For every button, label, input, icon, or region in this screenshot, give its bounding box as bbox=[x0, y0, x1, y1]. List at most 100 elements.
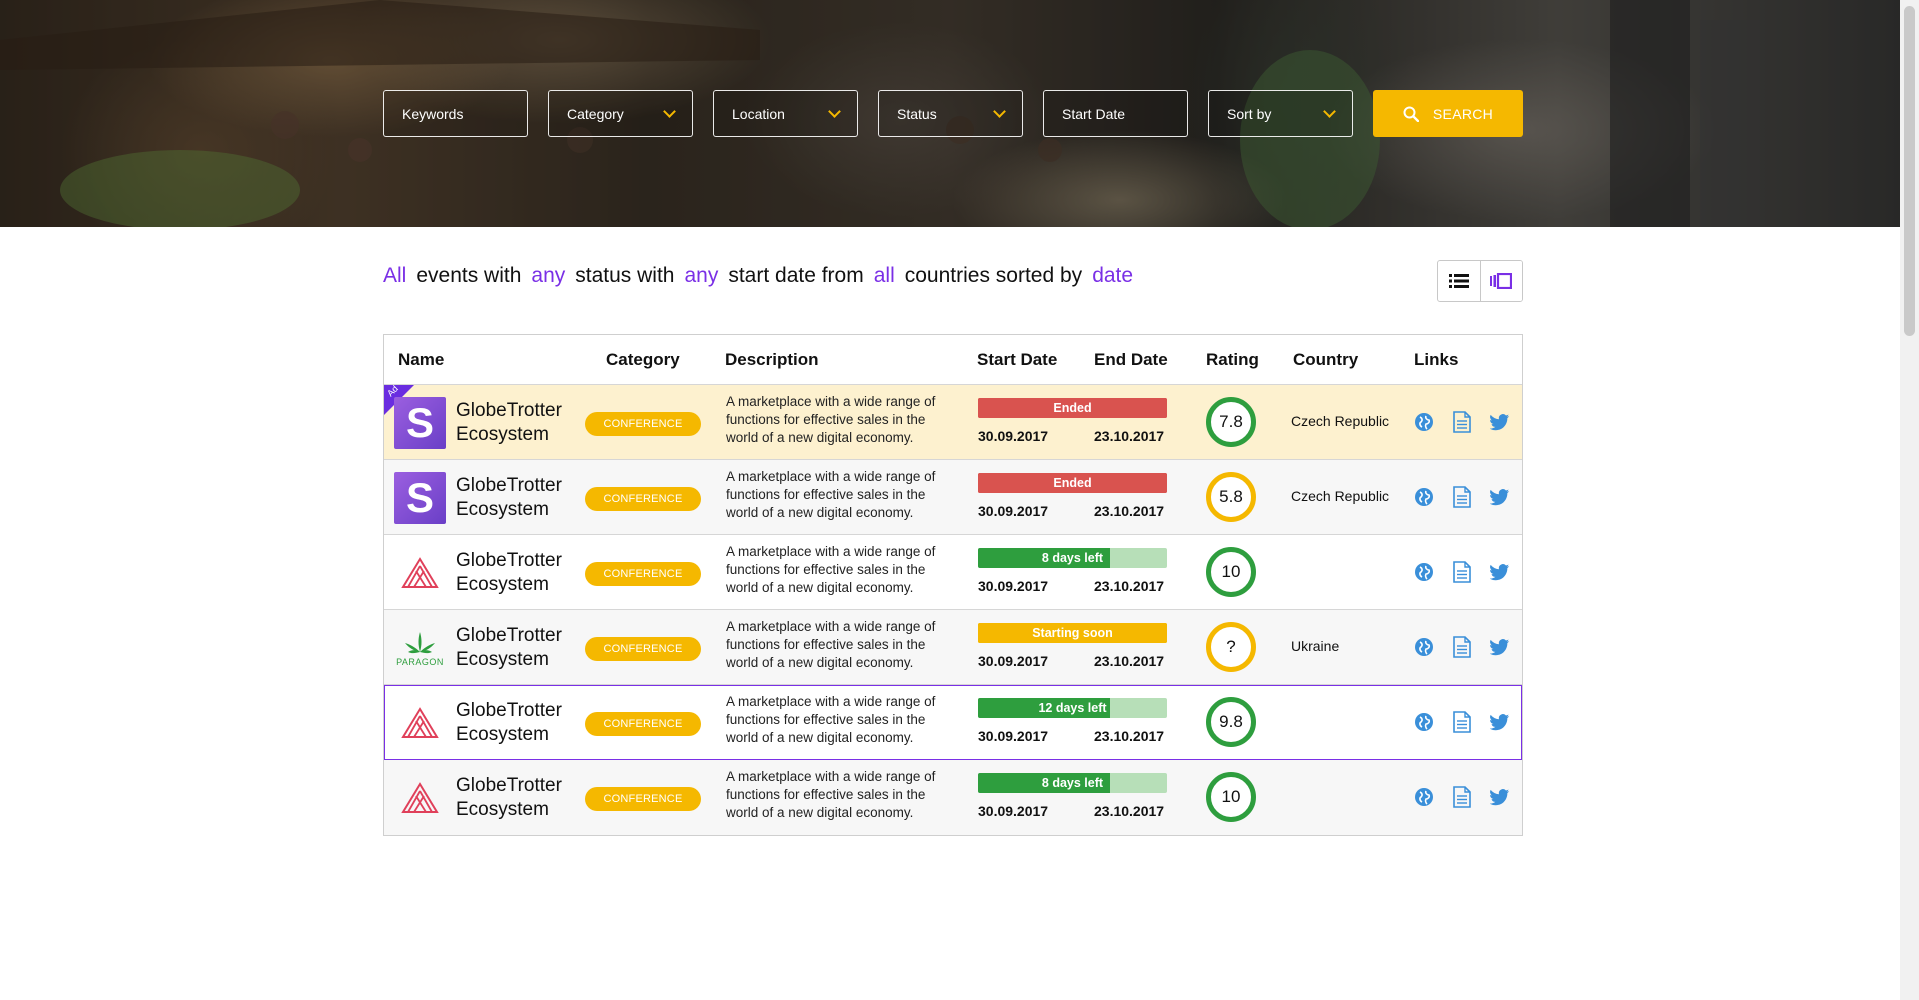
summary-category-link[interactable]: All bbox=[383, 264, 406, 288]
document-icon bbox=[1453, 411, 1471, 433]
status-progress-bar: 8 days left bbox=[978, 773, 1167, 793]
twitter-link[interactable] bbox=[1490, 786, 1510, 808]
summary-country-link[interactable]: all bbox=[874, 264, 895, 288]
summary-text: start date from bbox=[728, 264, 864, 287]
event-name-line: GlobeTrotter bbox=[456, 400, 562, 421]
table-row[interactable]: PARAGON GlobeTrotter Ecosystem CONFERENCE A … bbox=[384, 610, 1522, 685]
twitter-icon bbox=[1490, 713, 1510, 730]
summary-sort-link[interactable]: date bbox=[1092, 264, 1133, 288]
table-row[interactable]: Ad S GlobeTrotter Ecosystem CONFERENCE A mark… bbox=[384, 384, 1522, 460]
column-header-name[interactable]: Name bbox=[398, 350, 444, 370]
twitter-link[interactable] bbox=[1490, 486, 1510, 508]
event-name[interactable]: GlobeTrotter Ecosystem bbox=[456, 624, 586, 672]
category-badge: CONFERENCE bbox=[585, 562, 701, 586]
column-header-country[interactable]: Country bbox=[1293, 350, 1358, 370]
keywords-placeholder: Keywords bbox=[402, 105, 464, 122]
end-date: 23.10.2017 bbox=[1094, 578, 1165, 594]
column-header-rating[interactable]: Rating bbox=[1206, 350, 1259, 370]
column-header-links: Links bbox=[1414, 350, 1459, 369]
column-header-start-date[interactable]: Start Date bbox=[977, 350, 1057, 370]
column-header-category[interactable]: Category bbox=[606, 350, 680, 370]
document-icon bbox=[1453, 636, 1471, 658]
status-label: Ended bbox=[1053, 401, 1092, 415]
event-name[interactable]: GlobeTrotter Ecosystem bbox=[456, 699, 586, 747]
search-button[interactable]: SEARCH bbox=[1373, 90, 1523, 137]
website-link[interactable] bbox=[1414, 636, 1434, 658]
event-links bbox=[1414, 711, 1510, 733]
event-description: A marketplace with a wide range of funct… bbox=[726, 694, 936, 745]
summary-date-link[interactable]: any bbox=[684, 264, 718, 288]
document-icon bbox=[1453, 486, 1471, 508]
location-select[interactable]: Location bbox=[713, 90, 858, 137]
rating-circle: ? bbox=[1206, 622, 1256, 672]
column-header-end-date[interactable]: End Date bbox=[1094, 350, 1168, 370]
table-row[interactable]: S GlobeTrotter Ecosystem CONFERENCE A market… bbox=[384, 460, 1522, 535]
whitepaper-link[interactable] bbox=[1452, 561, 1472, 583]
start-date: 30.09.2017 bbox=[978, 503, 1049, 519]
category-badge: CONFERENCE bbox=[585, 787, 701, 811]
triangle-logo-icon bbox=[401, 782, 439, 813]
website-link[interactable] bbox=[1414, 561, 1434, 583]
scrollbar[interactable] bbox=[1900, 0, 1919, 1000]
paragon-logo: PARAGON bbox=[394, 622, 446, 674]
category-select[interactable]: Category bbox=[548, 90, 693, 137]
globe-icon bbox=[1415, 413, 1433, 431]
rating-value: 7.8 bbox=[1219, 412, 1243, 431]
filter-summary: All events with any status with any star… bbox=[383, 264, 1143, 288]
table-row[interactable]: GlobeTrotter Ecosystem CONFERENCE A marketp… bbox=[384, 760, 1522, 835]
summary-text: events with bbox=[416, 264, 522, 287]
country: Czech Republic bbox=[1291, 413, 1390, 429]
chevron-down-icon bbox=[828, 104, 841, 118]
whitepaper-link[interactable] bbox=[1452, 636, 1472, 658]
summary-status-link[interactable]: any bbox=[531, 264, 565, 288]
event-name-line: Ecosystem bbox=[456, 724, 549, 745]
twitter-icon bbox=[1490, 788, 1510, 805]
list-view-button[interactable] bbox=[1438, 261, 1480, 301]
status-label: 12 days left bbox=[1038, 701, 1107, 715]
event-name-line: GlobeTrotter bbox=[456, 625, 562, 646]
twitter-icon bbox=[1490, 638, 1510, 655]
chevron-down-icon bbox=[993, 104, 1006, 118]
event-name[interactable]: GlobeTrotter Ecosystem bbox=[456, 549, 586, 597]
table-row[interactable]: GlobeTrotter Ecosystem CONFERENCE A marketp… bbox=[384, 535, 1522, 610]
event-name[interactable]: GlobeTrotter Ecosystem bbox=[456, 399, 586, 447]
twitter-link[interactable] bbox=[1490, 711, 1510, 733]
whitepaper-link[interactable] bbox=[1452, 411, 1472, 433]
whitepaper-link[interactable] bbox=[1452, 711, 1472, 733]
category-badge: CONFERENCE bbox=[585, 487, 701, 511]
start-date-input[interactable]: Start Date bbox=[1043, 90, 1188, 137]
event-description: A marketplace with a wide range of funct… bbox=[726, 544, 936, 595]
scrollbar-thumb[interactable] bbox=[1904, 6, 1915, 336]
column-header-description[interactable]: Description bbox=[725, 350, 819, 370]
event-name-line: Ecosystem bbox=[456, 574, 549, 595]
status-progress-bar: 8 days left bbox=[978, 548, 1167, 568]
event-description: A marketplace with a wide range of funct… bbox=[726, 769, 936, 820]
event-description: A marketplace with a wide range of funct… bbox=[726, 394, 936, 445]
keywords-input[interactable]: Keywords bbox=[383, 90, 528, 137]
view-toggle bbox=[1437, 260, 1523, 302]
triangle-logo-icon bbox=[401, 707, 439, 738]
event-name[interactable]: GlobeTrotter Ecosystem bbox=[456, 474, 586, 522]
card-view-button[interactable] bbox=[1479, 261, 1522, 301]
twitter-link[interactable] bbox=[1490, 636, 1510, 658]
whitepaper-link[interactable] bbox=[1452, 786, 1472, 808]
location-select-label: Location bbox=[732, 105, 785, 122]
website-link[interactable] bbox=[1414, 786, 1434, 808]
status-select[interactable]: Status bbox=[878, 90, 1023, 137]
sort-by-select[interactable]: Sort by bbox=[1208, 90, 1353, 137]
website-link[interactable] bbox=[1414, 711, 1434, 733]
event-name[interactable]: GlobeTrotter Ecosystem bbox=[456, 774, 586, 822]
triangle-logo bbox=[394, 547, 446, 599]
twitter-link[interactable] bbox=[1490, 561, 1510, 583]
status-label: 8 days left bbox=[1041, 776, 1104, 790]
table-row[interactable]: GlobeTrotter Ecosystem CONFERENCE A marketp… bbox=[384, 685, 1522, 760]
twitter-icon bbox=[1490, 488, 1510, 505]
rating-value: 10 bbox=[1221, 787, 1241, 806]
whitepaper-link[interactable] bbox=[1452, 486, 1472, 508]
end-date: 23.10.2017 bbox=[1094, 503, 1165, 519]
twitter-link[interactable] bbox=[1490, 411, 1510, 433]
twitter-icon bbox=[1490, 413, 1510, 430]
document-icon bbox=[1453, 711, 1471, 733]
website-link[interactable] bbox=[1414, 411, 1434, 433]
website-link[interactable] bbox=[1414, 486, 1434, 508]
